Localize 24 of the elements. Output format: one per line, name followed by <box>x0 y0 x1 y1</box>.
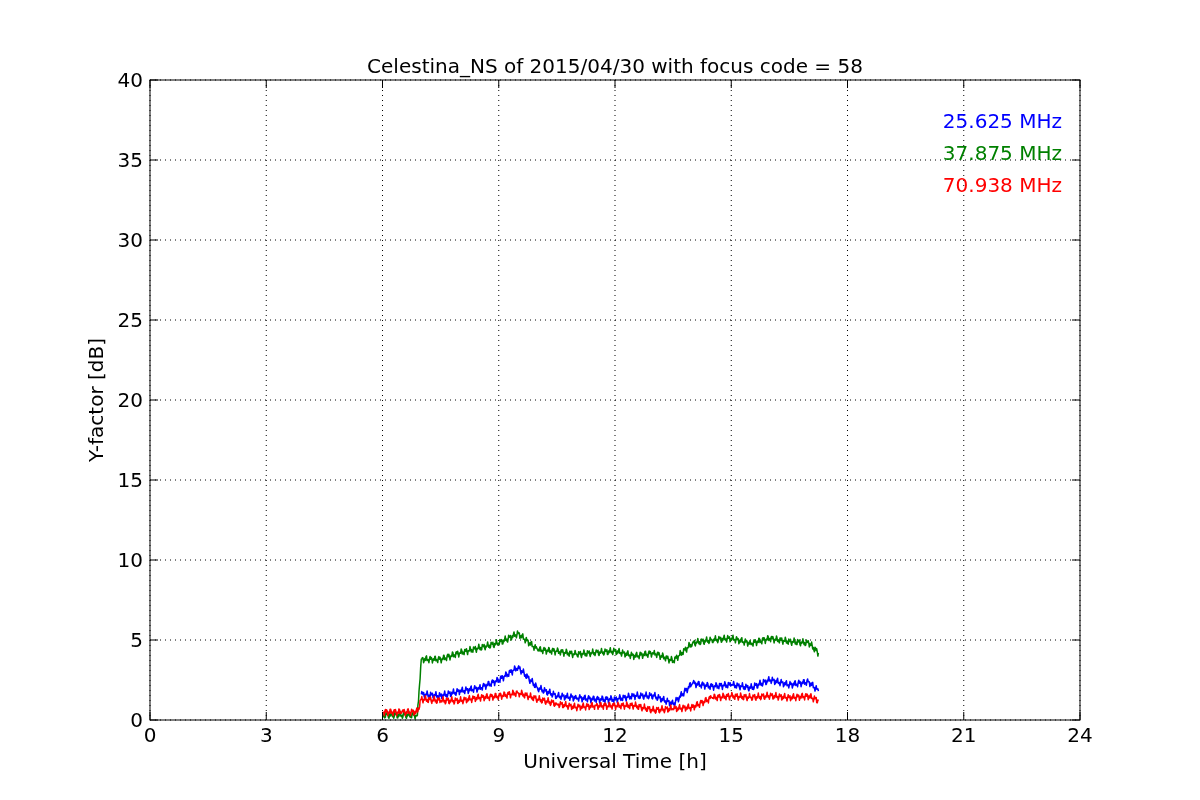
x-tick-label: 0 <box>143 723 157 747</box>
legend-label: 25.625 MHz <box>942 109 1062 133</box>
y-tick-label: 30 <box>117 228 143 252</box>
x-tick-label: 12 <box>602 723 628 747</box>
y-axis-label: Y-factor [dB] <box>84 338 108 462</box>
y-tick-label: 25 <box>117 308 143 332</box>
chart-title: Celestina_NS of 2015/04/30 with focus code = 58 <box>367 54 863 78</box>
y-tick-label: 0 <box>130 708 143 732</box>
x-tick-label: 9 <box>492 723 506 747</box>
x-tick-label: 15 <box>718 723 744 747</box>
y-tick-label: 35 <box>117 148 143 172</box>
legend-label: 37.875 MHz <box>942 141 1062 165</box>
y-tick-label: 20 <box>117 388 143 412</box>
x-tick-label: 24 <box>1067 723 1093 747</box>
y-tick-label: 40 <box>117 68 143 92</box>
y-tick-label: 10 <box>117 548 143 572</box>
x-tick-label: 6 <box>376 723 389 747</box>
x-axis-label: Universal Time [h] <box>523 749 707 773</box>
x-tick-label: 18 <box>834 723 861 747</box>
legend-label: 70.938 MHz <box>942 173 1062 197</box>
x-tick-label: 3 <box>259 723 273 747</box>
y-tick-label: 15 <box>117 468 143 492</box>
y-tick-label: 5 <box>130 628 143 652</box>
x-tick-label: 21 <box>951 723 977 747</box>
